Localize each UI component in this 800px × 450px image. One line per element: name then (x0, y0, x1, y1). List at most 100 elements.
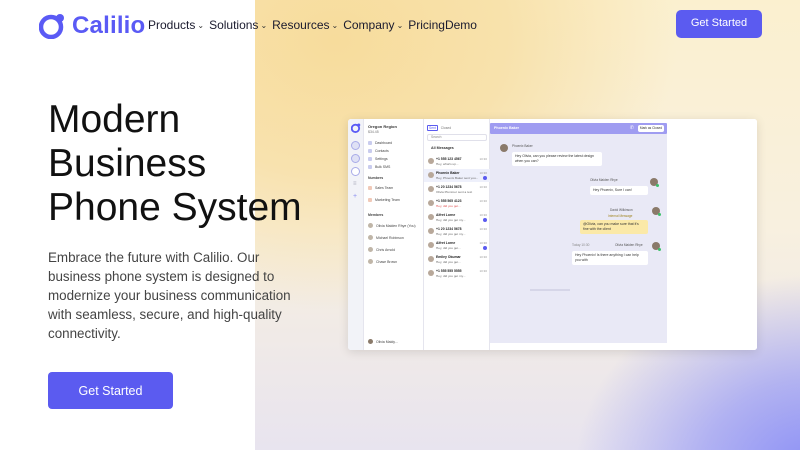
message-preview: Hey, did you get... (436, 246, 461, 250)
chevron-down-icon: ⌄ (197, 20, 205, 30)
hero-get-started-button[interactable]: Get Started (48, 372, 173, 409)
list-item[interactable]: +1 555 555 5555 Hey, did you get my... 10:… (424, 267, 490, 280)
workspace-icon[interactable] (351, 167, 360, 176)
message-preview: Olivia Plummer sent a text (436, 190, 473, 194)
message-preview: Hey, did you get my... (436, 274, 466, 278)
avatar (652, 242, 661, 251)
list-item[interactable]: +1 555 123 4567 Hey, what's up... 10:30 (424, 155, 490, 168)
list-item[interactable]: Alfret Lorne Hey, did you get my... 10:30 (424, 211, 490, 224)
avatar (428, 214, 434, 220)
menu-label: Products (148, 18, 196, 32)
message-time: 10:30 (479, 171, 487, 175)
message-preview: Hey, did you get my... (436, 218, 466, 222)
avatar (428, 270, 434, 276)
list-item[interactable]: Emiley Okumar Hey, did you get... 10:30 (424, 253, 490, 266)
settings-icon (368, 157, 372, 161)
avatar (428, 200, 434, 206)
flag-icon (368, 186, 372, 190)
balance: $34.45 (368, 130, 379, 134)
nav-get-started-button[interactable]: Get Started (676, 10, 762, 38)
message-time: 10:30 (479, 185, 487, 189)
contact-name: +1 555 555 5555 (436, 269, 462, 273)
member-name: Chase Brown (376, 259, 398, 264)
message-time: 10:30 (479, 199, 487, 203)
chat-contact-name: Phoenix Baker (494, 126, 519, 130)
message-sender: Phoenix Baker (512, 144, 533, 148)
brand-logo[interactable]: Calilio (39, 12, 145, 40)
avatar (428, 158, 434, 164)
sidebar-member[interactable]: Chase Brown (368, 259, 397, 264)
message-bubble: Hey Olivia, can you please review the la… (512, 152, 602, 166)
message-time: Today 10:30 (572, 243, 590, 247)
contact-name: Emiley Okumar (436, 255, 461, 259)
list-item[interactable]: Phoenix Baker Hey, Phoenix Baker sent you… (424, 169, 490, 182)
contact-name: Phoenix Baker (436, 171, 460, 175)
current-user[interactable]: Olivia Maidy... (368, 339, 398, 344)
members-section-title: Members (368, 213, 384, 217)
message-preview: Hey, did you get... (436, 204, 461, 208)
logo-icon (351, 123, 361, 133)
member-name: Chris Arnold (376, 247, 396, 252)
list-item[interactable]: +1 20 1234 5678 Olivia Plummer sent a tex… (424, 183, 490, 196)
menu-label: Solutions (209, 18, 259, 32)
tab-closed[interactable]: Closed (441, 126, 451, 130)
phone-icon[interactable]: ✆ (630, 125, 634, 131)
sidebar-member[interactable]: Michael Robinson (368, 235, 404, 240)
conversation-list: Sent Closed Search All Messages +1 555 1… (424, 119, 490, 350)
typing-indicator (530, 289, 570, 291)
menu-label: Resources (272, 18, 330, 32)
dashboard-icon (368, 141, 372, 145)
search-input[interactable]: Search (427, 134, 487, 141)
menu-pricing[interactable]: Pricing (408, 18, 445, 32)
chevron-down-icon: ⌄ (396, 20, 404, 30)
message-time: 10:30 (479, 157, 487, 161)
sidebar-number-marketing[interactable]: Marketing Team (368, 198, 400, 202)
workspace-icon[interactable] (351, 154, 360, 163)
sidebar-item-label: Dashboard (375, 141, 393, 145)
sidebar-item-contacts[interactable]: Contacts (368, 149, 389, 153)
member-name: Michael Robinson (376, 235, 404, 240)
menu-resources[interactable]: Resources ⌄ (272, 18, 338, 32)
unread-badge (483, 176, 487, 180)
mark-closed-button[interactable]: Mark as Closed (638, 125, 664, 132)
list-item[interactable]: +1 555 565 4123 Hey, did you get... 10:30 (424, 197, 490, 210)
contact-name: +1 555 565 4123 (436, 199, 462, 203)
sidebar-item-dashboard[interactable]: Dashboard (368, 141, 392, 145)
contact-name: +1 20 1234 5678 (436, 185, 462, 189)
avatar (428, 172, 434, 178)
avatar (428, 242, 434, 248)
menu-demo[interactable]: Demo (445, 18, 477, 32)
message-bubble: Hey Phoenix, Sure I can! (590, 186, 648, 195)
chat-side-panel (667, 119, 757, 350)
contact-name: Alfret Lorne (436, 213, 456, 217)
menu-label: Demo (444, 18, 477, 32)
message-time: 10:30 (479, 255, 487, 259)
list-heading: All Messages (431, 146, 454, 150)
menu-label: Pricing (408, 18, 445, 32)
sidebar-member[interactable]: Chris Arnold (368, 247, 395, 252)
menu-icon[interactable]: ≡ (353, 181, 357, 187)
member-name: Olivia Maiden Rhye (You) (376, 223, 416, 228)
workspace-icon[interactable] (351, 141, 360, 150)
avatar (428, 228, 434, 234)
app-preview: ≡ + Oregon Region $34.45 Dashboard Conta… (348, 119, 757, 350)
sidebar-member[interactable]: Olivia Maiden Rhye (You) (368, 223, 416, 228)
menu-products[interactable]: Products ⌄ (148, 18, 204, 32)
menu-company[interactable]: Company ⌄ (343, 18, 403, 32)
message-time: Internal Message (608, 214, 633, 218)
internal-note-bubble: @Olivia, can you make sure that it's fin… (580, 220, 648, 234)
list-item[interactable]: +1 20 1234 5678 Hey, did you get my... 10:… (424, 225, 490, 238)
plus-icon[interactable]: + (353, 193, 357, 200)
top-navbar: Calilio Products ⌄ Solutions ⌄ Resources ⌄ … (0, 0, 800, 50)
list-item[interactable]: Alfret Lorne Hey, did you get... 10:30 (424, 239, 490, 252)
avatar (428, 186, 434, 192)
tab-sent[interactable]: Sent (427, 125, 438, 131)
contact-name: Alfret Lorne (436, 241, 456, 245)
current-user-name: Olivia Maidy... (376, 339, 398, 344)
sidebar-item-settings[interactable]: Settings (368, 157, 388, 161)
sms-icon (368, 165, 372, 169)
sidebar-number-sales[interactable]: Sales Team (368, 186, 393, 190)
menu-solutions[interactable]: Solutions ⌄ (209, 18, 267, 32)
brand-name: Calilio (72, 12, 146, 39)
sidebar-item-bulk-sms[interactable]: Bulk SMS (368, 165, 390, 169)
